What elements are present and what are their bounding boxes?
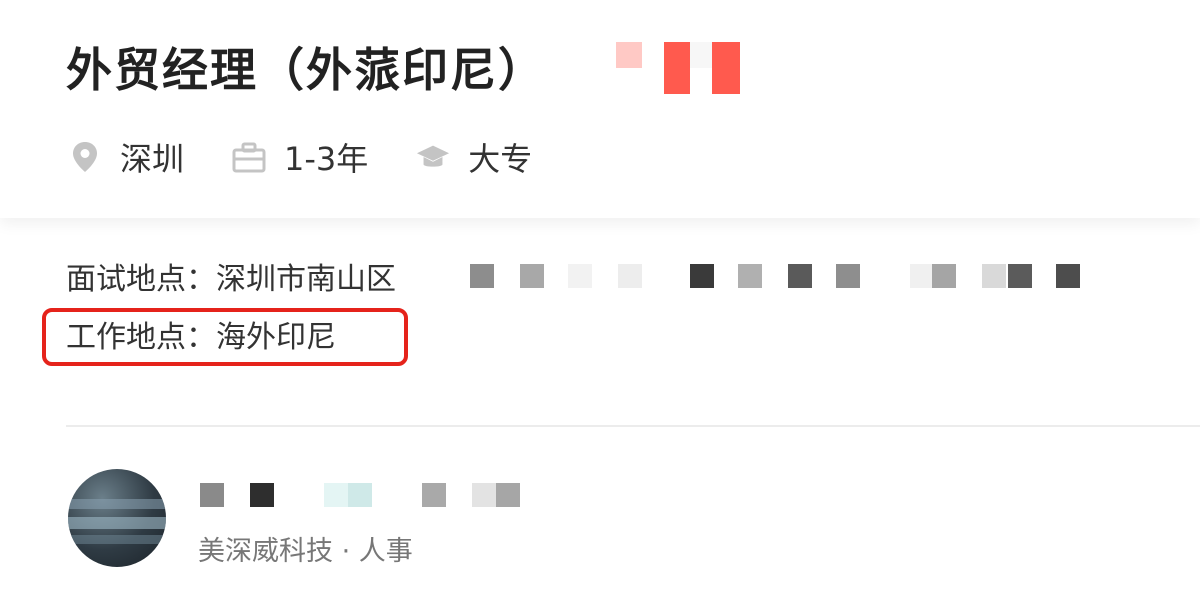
recruiter-avatar[interactable] <box>68 469 166 567</box>
job-education: 大专 <box>416 134 532 180</box>
graduation-cap-icon <box>416 140 450 174</box>
salary-redacted <box>606 42 786 94</box>
interview-location: 面试地点：深圳市南山区 <box>66 260 396 300</box>
job-experience: 1-3年 <box>232 134 368 180</box>
job-education-text: 大专 <box>468 140 533 178</box>
location-pin-icon <box>68 140 102 174</box>
interview-location-value: 深圳市南山区 <box>216 262 396 297</box>
work-location-highlight <box>42 308 408 366</box>
job-meta-row: 深圳 1-3年 大专 <box>68 132 580 182</box>
job-experience-text: 1-3年 <box>284 140 369 178</box>
job-header-card: 外贸经理（外蒎印尼） 深圳 1-3年 大专 <box>0 0 1200 218</box>
interview-location-label: 面试地点： <box>66 262 216 297</box>
section-divider <box>66 425 1200 427</box>
job-title: 外贸经理（外蒎印尼） <box>66 43 546 97</box>
address-redacted <box>470 264 1090 290</box>
recruiter-company-role: 美深威科技 · 人事 <box>198 536 413 567</box>
job-city-text: 深圳 <box>120 140 185 178</box>
job-city: 深圳 <box>68 134 184 180</box>
briefcase-icon <box>232 140 266 174</box>
recruiter-name-redacted <box>200 483 530 509</box>
